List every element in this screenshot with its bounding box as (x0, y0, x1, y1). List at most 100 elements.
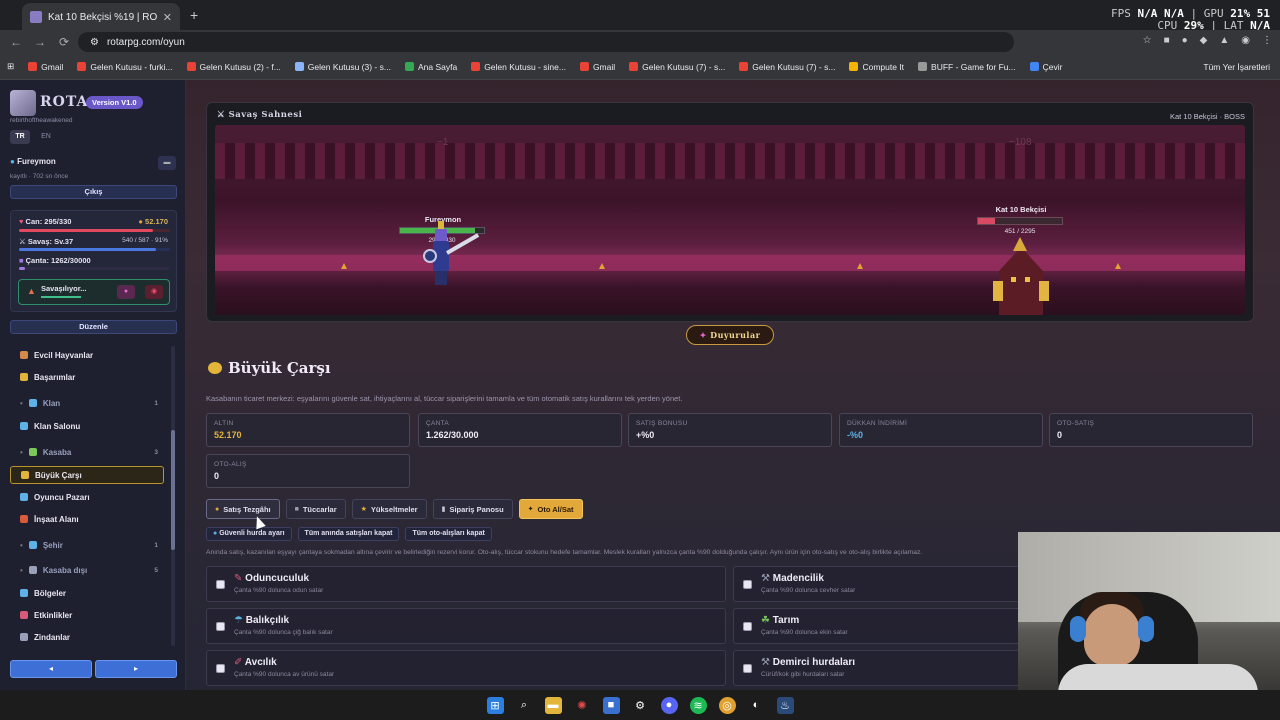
job-rule-row[interactable]: ☂ Balıkçılık Çanta %90 dolunca çiğ balık … (206, 608, 726, 644)
tab-4[interactable]: ▮ Sipariş Panosu (432, 499, 513, 519)
sidebar-item-13[interactable]: Zindanlar (10, 628, 164, 646)
bookmark-item[interactable]: BUFF - Game for Fu... (911, 62, 1023, 72)
app-icon[interactable]: ◐ (748, 697, 765, 714)
bookmark-item[interactable]: Gelen Kutusu - sine... (464, 62, 573, 72)
mute-icon[interactable]: ✕ (163, 11, 172, 24)
job-rule-row[interactable]: ⚒ Madencilik Çanta %90 dolunca cevher sat… (733, 566, 1033, 602)
forward-icon[interactable]: → (28, 35, 52, 49)
profile-icon[interactable]: ◉ (1241, 35, 1250, 46)
job-icon: ✎ (234, 573, 246, 584)
sidebar-next-button[interactable]: ▸ (95, 660, 177, 678)
sidebar-item-8[interactable]: İnşaat Alanı (10, 510, 164, 528)
bookmark-item[interactable]: Gelen Kutusu (7) - s... (732, 62, 842, 72)
back-icon[interactable]: ← (4, 35, 28, 49)
steam-icon[interactable]: ♨ (776, 696, 794, 714)
stat-card-label: ÇANTA (426, 420, 450, 427)
potion-icon[interactable]: ● (117, 285, 135, 299)
spotify-icon[interactable]: ≋ (689, 696, 707, 714)
extension-icon[interactable]: ■ (1164, 35, 1170, 46)
subtab-button[interactable]: ● Güvenli hurda ayarı (206, 527, 292, 541)
extension-icon[interactable]: ▲ (1219, 35, 1229, 46)
sidebar-prev-button[interactable]: ◂ (10, 660, 92, 678)
sidebar-item-7[interactable]: Oyuncu Pazarı (10, 488, 164, 506)
sidebar-item-1[interactable]: Evcil Hayvanlar (10, 346, 164, 364)
sidebar-item-5[interactable]: • Kasaba 3 (10, 443, 164, 461)
stat-card-value: -%0 (847, 430, 864, 440)
bookmark-favicon-icon (918, 62, 928, 71)
job-checkbox[interactable] (743, 664, 752, 673)
logout-button[interactable]: Çıkış (10, 185, 177, 199)
job-checkbox[interactable] (216, 664, 225, 673)
app-icon[interactable]: ✺ (574, 697, 591, 714)
gold-amount: ● 52.170 (138, 217, 168, 226)
bookmark-item[interactable]: Ana Sayfa (398, 62, 464, 72)
apps-icon[interactable]: ⊞ (0, 61, 21, 72)
flame-icon: ▲ (27, 286, 36, 296)
edit-button[interactable]: Düzenle (10, 320, 177, 334)
job-checkbox[interactable] (216, 580, 225, 589)
bookmark-favicon-icon (471, 62, 481, 71)
bookmark-item[interactable]: Gmail (573, 62, 622, 72)
windows-start-icon[interactable]: ⊞ (486, 696, 504, 714)
bookmark-label: Gelen Kutusu - furki... (90, 61, 173, 72)
lang-en-button[interactable]: EN (36, 130, 56, 144)
job-checkbox[interactable] (743, 622, 752, 631)
sidebar-scroll-thumb[interactable] (171, 430, 175, 550)
browser-tab[interactable]: Kat 10 Bekçisi %19 | RO ✕ (22, 3, 180, 31)
sidebar-item-10[interactable]: • Kasaba dışı 5 (10, 561, 164, 579)
chevron-icon: • (20, 398, 23, 408)
search-icon[interactable]: ⌕ (516, 697, 533, 714)
sidebar-item-9[interactable]: • Şehir 1 (10, 536, 164, 554)
job-checkbox[interactable] (216, 622, 225, 631)
tab-5[interactable]: ✦ Oto Al/Sat (518, 499, 583, 519)
fighting-status[interactable]: ▲ Savaşılıyor... ● ◉ (18, 279, 170, 305)
sidebar-item-11[interactable]: Bölgeler (10, 584, 164, 602)
subtab-button[interactable]: Tüm oto-alışları kapat (405, 527, 492, 541)
bookmark-item[interactable]: Gelen Kutusu (3) - s... (288, 62, 398, 72)
nav-icon (20, 422, 28, 430)
sidebar-item-2[interactable]: Başarımlar (10, 368, 164, 386)
lang-tr-button[interactable]: TR (10, 130, 30, 144)
settings-icon[interactable]: ⚙ (632, 697, 649, 714)
stat-card: DÜKKAN İNDİRİMİ -%0 (839, 413, 1043, 447)
tab-1[interactable]: ● Satış Tezgâhı (206, 499, 280, 519)
site-info-icon[interactable]: ⚙ (90, 37, 99, 48)
bookmark-star-icon[interactable]: ☆ (1143, 35, 1152, 46)
user-card-icon[interactable]: ▬ (158, 156, 176, 170)
reload-icon[interactable]: ⟳ (52, 35, 76, 49)
bookmark-item[interactable]: Gelen Kutusu - furki... (70, 62, 179, 72)
bookmark-item[interactable]: Gelen Kutusu (7) - s... (622, 62, 732, 72)
subtab-button[interactable]: Tüm anında satışları kapat (297, 527, 400, 541)
bookmark-item[interactable]: Gelen Kutusu (2) - f... (180, 62, 288, 72)
url-input[interactable]: ⚙ rotarpg.com/oyun (78, 32, 1014, 52)
menu-icon[interactable]: ⋮ (1262, 35, 1272, 46)
announcements-button[interactable]: ✦ Duyurular (686, 325, 774, 345)
sidebar-item-3[interactable]: • Klan 1 (10, 394, 164, 412)
bookmark-item[interactable]: Çevir (1023, 62, 1070, 72)
extension-icon[interactable]: ◆ (1200, 35, 1208, 46)
job-title: ⚒ Madencilik (761, 573, 824, 584)
sidebar-item-4[interactable]: Klan Salonu (10, 417, 164, 435)
job-description: Çanta %90 dolunca çiğ balık satar (234, 629, 333, 636)
discord-icon[interactable]: ● (660, 696, 678, 714)
store-icon[interactable]: ■ (602, 696, 620, 714)
sidebar-item-12[interactable]: Etkinlikler (10, 606, 164, 624)
job-rule-row[interactable]: ⚒ Demirci hurdaları Cürüf/kok gibi hurdal… (733, 650, 1033, 686)
job-checkbox[interactable] (743, 580, 752, 589)
tab-3[interactable]: ★ Yükseltmeler (351, 499, 427, 519)
chrome-icon[interactable]: ◎ (718, 696, 736, 714)
page-description: Kasabanın ticaret merkezi: eşyalarını gü… (206, 394, 683, 403)
job-rule-row[interactable]: ✎ Oduncuculuk Çanta %90 dolunca odun sata… (206, 566, 726, 602)
job-rule-row[interactable]: ☘ Tarım Çanta %90 dolunca ekin satar (733, 608, 1033, 644)
all-bookmarks-button[interactable]: Tüm Yer İşaretleri (1203, 62, 1270, 72)
sidebar-item-6[interactable]: Büyük Çarşı (10, 466, 164, 484)
tab-2[interactable]: ■ Tüccarlar (285, 499, 346, 519)
extension-icon[interactable]: ● (1182, 35, 1188, 46)
file-explorer-icon[interactable]: ▬ (544, 696, 562, 714)
job-rule-row[interactable]: ✐ Avcılık Çanta %90 dolunca av ürünü sata… (206, 650, 726, 686)
bookmark-item[interactable]: Gmail (21, 62, 70, 72)
new-tab-button[interactable]: + (190, 7, 198, 23)
bag-label: ■ Çanta: 1262/30000 (19, 256, 91, 265)
stop-icon[interactable]: ◉ (145, 285, 163, 299)
bookmark-item[interactable]: Compute It (842, 62, 911, 72)
